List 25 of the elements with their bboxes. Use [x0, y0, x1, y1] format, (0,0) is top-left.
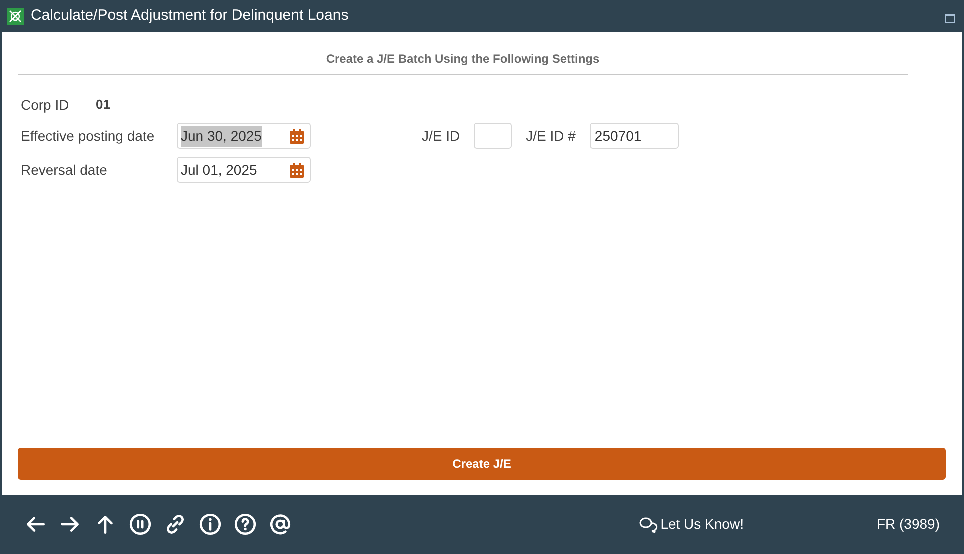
- window-title: Calculate/Post Adjustment for Delinquent Loans: [31, 6, 349, 26]
- help-icon[interactable]: [234, 513, 257, 536]
- link-icon[interactable]: [164, 513, 187, 536]
- input-field[interactable]: 250701: [590, 123, 679, 149]
- field-label: Effective posting date: [21, 126, 156, 146]
- corp-id-value: 01: [96, 96, 110, 114]
- create-je-button[interactable]: Create J/E: [18, 448, 946, 480]
- field-label: J/E ID: [422, 126, 460, 146]
- chat-bubbles-icon: [638, 516, 658, 532]
- section-title: Create a J/E Batch Using the Following Settings: [326, 51, 600, 68]
- pause-icon[interactable]: [129, 513, 152, 536]
- input-field[interactable]: [474, 123, 512, 149]
- field-label: J/E ID #: [526, 126, 576, 146]
- at-sign-icon[interactable]: [269, 513, 292, 536]
- feedback-link[interactable]: Let Us Know!: [638, 514, 744, 535]
- field-label: Reversal date: [21, 160, 108, 180]
- calendar-icon[interactable]: [290, 128, 304, 144]
- user-code: FR (3989): [876, 515, 940, 534]
- maximize-icon[interactable]: [945, 14, 955, 22]
- app-logo-icon: [7, 8, 24, 24]
- date-field[interactable]: Jul 01, 2025: [177, 157, 311, 183]
- field-label: Corp ID: [21, 96, 70, 115]
- date-field[interactable]: Jun 30, 2025: [177, 123, 311, 149]
- info-icon[interactable]: [199, 513, 222, 536]
- calendar-icon[interactable]: [290, 162, 304, 178]
